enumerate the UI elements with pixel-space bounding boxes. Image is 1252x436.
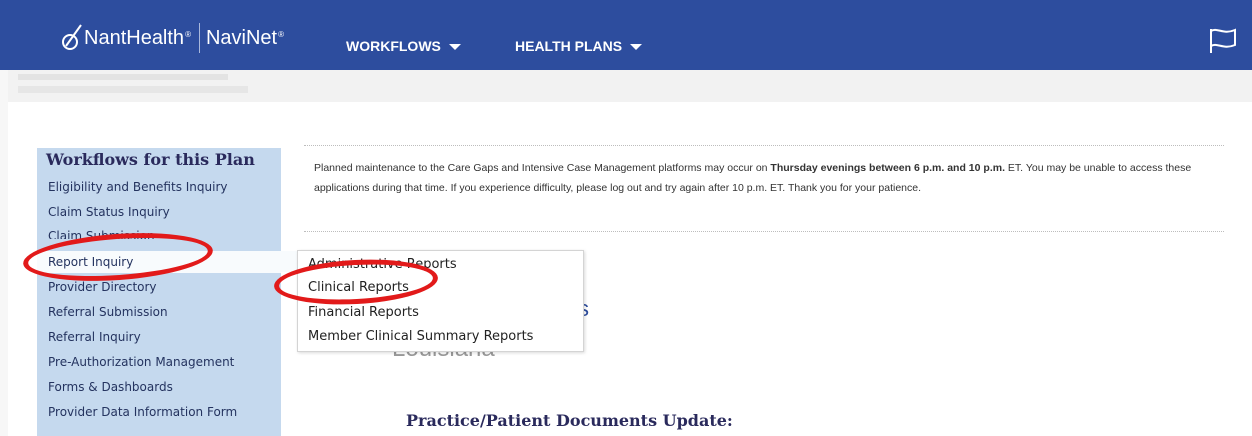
nanthealth-navinet-logo[interactable]: NantHealth ® NaviNet ® — [60, 22, 284, 54]
sub-header-bar — [0, 70, 1252, 102]
nanthealth-logo-icon — [62, 24, 82, 50]
maintenance-notice: Planned maintenance to the Care Gaps and… — [304, 145, 1224, 232]
sidebar-item-report-inquiry[interactable]: Report Inquiry — [37, 251, 281, 273]
maintenance-notice-text: Planned maintenance to the Care Gaps and… — [314, 162, 1192, 194]
chevron-down-icon — [630, 44, 643, 50]
submenu-item-administrative-reports[interactable]: Administrative Reports — [308, 257, 457, 272]
submenu-item-clinical-reports[interactable]: Clinical Reports — [308, 280, 409, 295]
sidebar-item-referral-inquiry[interactable]: Referral Inquiry — [48, 330, 141, 344]
documents-update-heading: Practice/Patient Documents Update: — [406, 411, 733, 430]
flag-icon[interactable] — [1208, 27, 1238, 55]
brand-navinet: NaviNet — [205, 26, 278, 49]
sidebar-item-provider-directory[interactable]: Provider Directory — [48, 280, 157, 294]
submenu-item-financial-reports[interactable]: Financial Reports — [308, 305, 419, 320]
top-navigation-bar: NantHealth ® NaviNet ® WORKFLOWS HEALTH PL… — [0, 0, 1252, 70]
report-inquiry-submenu: Administrative Reports Clinical Reports … — [297, 250, 584, 352]
sidebar-item-forms-dashboards[interactable]: Forms & Dashboards — [48, 380, 173, 394]
sidebar-item-eligibility[interactable]: Eligibility and Benefits Inquiry — [48, 180, 228, 194]
sidebar-item-claim-submission[interactable]: Claim Submission — [48, 229, 155, 239]
sidebar-item-claim-status[interactable]: Claim Status Inquiry — [48, 205, 170, 219]
sidebar-item-referral-submission[interactable]: Referral Submission — [48, 305, 168, 319]
logo-divider — [198, 23, 200, 53]
chevron-down-icon — [448, 44, 461, 50]
sidebar-title: Workflows for this Plan — [46, 150, 255, 169]
brand-nanthealth: NantHealth — [84, 26, 185, 49]
sidebar-item-provider-data-form[interactable]: Provider Data Information Form — [48, 405, 237, 419]
submenu-item-member-clinical-summary[interactable]: Member Clinical Summary Reports — [308, 329, 533, 344]
blurred-breadcrumb — [18, 74, 228, 80]
left-edge — [0, 70, 8, 436]
nav-health-plans-menu[interactable]: HEALTH PLANS — [515, 38, 643, 54]
sidebar-item-pre-authorization[interactable]: Pre-Authorization Management — [48, 355, 234, 369]
workflows-sidebar: Workflows for this Plan Eligibility and … — [37, 148, 281, 436]
blurred-plan-name — [18, 86, 248, 93]
nav-workflows-menu[interactable]: WORKFLOWS — [346, 38, 461, 54]
nav-workflows-label: WORKFLOWS — [346, 38, 441, 54]
nav-health-plans-label: HEALTH PLANS — [515, 38, 623, 54]
